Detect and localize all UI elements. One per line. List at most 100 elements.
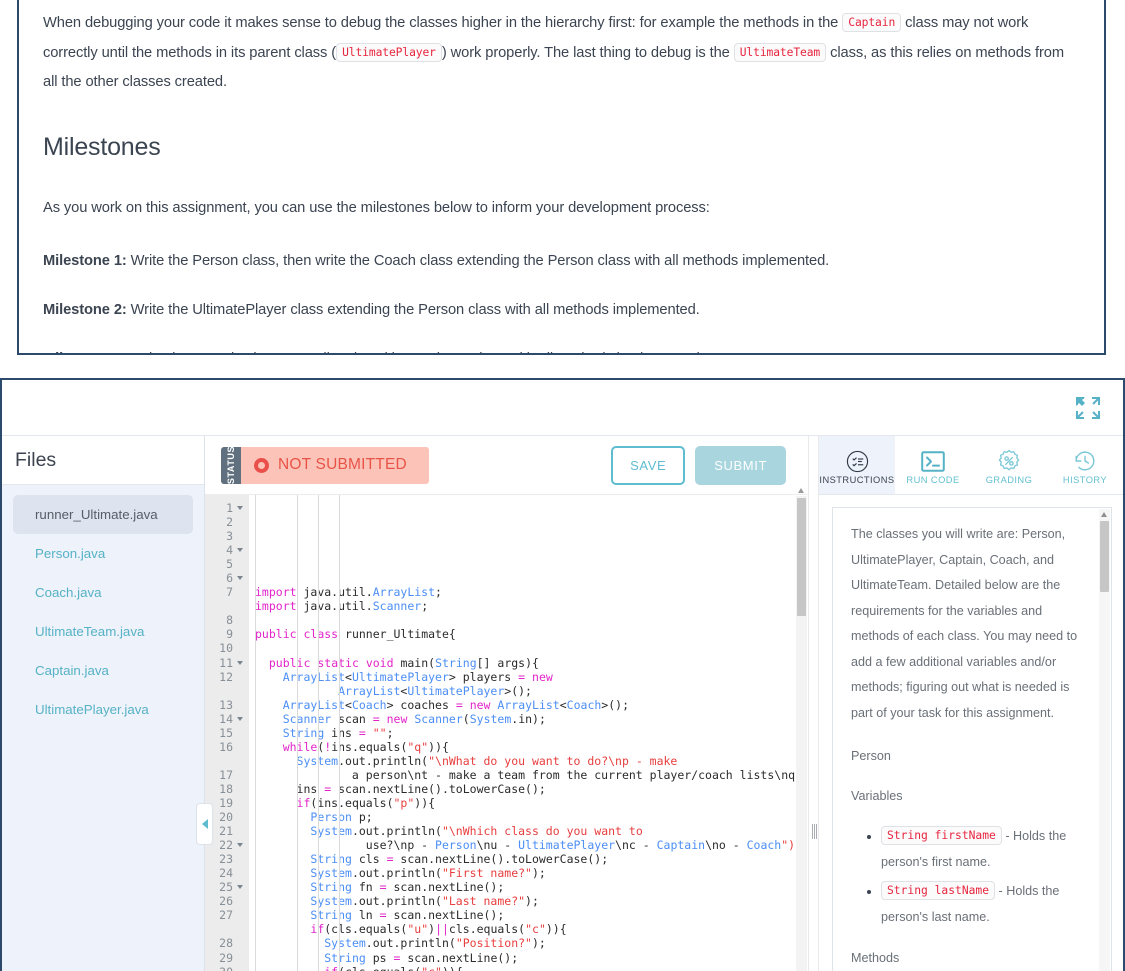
instructions-vertical-scrollbar[interactable]	[1099, 509, 1110, 971]
inline-code-ultimateteam: UltimateTeam	[733, 43, 827, 62]
status-text: NOT SUBMITTED	[278, 456, 407, 473]
milestone-2: Milestone 2: Write the UltimatePlayer cl…	[43, 296, 1066, 325]
line-number: 27	[219, 908, 233, 923]
code-editor-column: STATUS NOT SUBMITTED SAVE SUBMIT 1234567…	[205, 436, 808, 971]
file-item-ultimateplayer[interactable]: UltimatePlayer.java	[13, 690, 193, 729]
ide-panel: Files runner_Ultimate.java Person.java C…	[0, 378, 1125, 971]
code-line: System.out.println("\nWhich class do you…	[310, 824, 643, 839]
expand-fullscreen-icon[interactable]	[1075, 396, 1101, 420]
percent-badge-icon	[997, 449, 1021, 473]
line-number: 11	[205, 656, 243, 670]
files-list: runner_Ultimate.java Person.java Coach.j…	[2, 485, 204, 729]
code-line: if(ins.equals("p")){	[296, 795, 436, 810]
line-number: 7	[226, 585, 233, 600]
tab-grading[interactable]: GRADING	[971, 436, 1047, 494]
milestones-intro: As you work on this assignment, you can …	[43, 200, 710, 216]
instructions-scrollbar-thumb[interactable]	[1100, 521, 1109, 592]
file-item-ultimateteam[interactable]: UltimateTeam.java	[13, 612, 193, 651]
code-line: String ln = scan.nextLine();	[310, 908, 505, 923]
circle-outline-icon	[254, 457, 269, 473]
line-number: 2	[226, 515, 233, 530]
save-button[interactable]: SAVE	[611, 445, 686, 485]
code-string-firstname: String firstName	[881, 826, 1002, 845]
tab-history[interactable]: HISTORY	[1047, 436, 1123, 494]
milestone-3-label: Milestone 3:	[43, 351, 127, 353]
editor-vertical-scrollbar[interactable]	[796, 488, 807, 971]
code-area[interactable]: 1 2 3 4 5 6 7 8 9 10 11 12 13 14 15 16 17 18 19 20 21 22 23 24 2…	[205, 495, 808, 971]
instructions-variables-list: String firstName - Holds the person's fi…	[851, 823, 1089, 930]
clock-rewind-icon	[1073, 449, 1097, 473]
assignment-document-panel: When debugging your code it makes sense …	[17, 0, 1106, 355]
panel-resize-splitter[interactable]	[808, 436, 819, 971]
instructions-scroll-up-arrow-icon[interactable]	[1101, 512, 1107, 517]
instructions-content: The classes you will write are: Person, …	[833, 508, 1111, 971]
status-tag-label: STATUS	[226, 446, 237, 484]
instructions-class-heading: Person	[851, 749, 891, 763]
code-line: if(cls.equals("c")){	[255, 965, 808, 971]
line-number: 9	[226, 627, 233, 642]
checklist-icon	[846, 449, 869, 473]
file-item-runner-ultimate[interactable]: runner_Ultimate.java	[13, 495, 193, 534]
file-item-coach[interactable]: Coach.java	[13, 573, 193, 612]
instructions-scroll-container[interactable]: The classes you will write are: Person, …	[832, 507, 1112, 971]
debug-hierarchy-paragraph: When debugging your code it makes sense …	[43, 8, 1066, 97]
ide-body: Files runner_Ultimate.java Person.java C…	[2, 436, 1123, 971]
code-line: while(!ins.equals("q")){	[282, 739, 449, 754]
inline-code-captain: Captain	[842, 13, 902, 32]
status-badge: STATUS NOT SUBMITTED	[221, 446, 429, 484]
files-sidebar: Files runner_Ultimate.java Person.java C…	[2, 436, 213, 971]
line-number: 15	[219, 725, 233, 740]
code-line: use?\np - Person\nu - UltimatePlayer\nc …	[255, 838, 803, 853]
line-number: 24	[219, 866, 233, 881]
file-item-captain[interactable]: Captain.java	[13, 651, 193, 690]
tab-grading-label: GRADING	[985, 475, 1033, 485]
line-number: 26	[219, 894, 233, 909]
line-number: 29	[219, 950, 233, 965]
code-fold-gutter[interactable]	[237, 495, 249, 971]
sidebar-collapse-handle[interactable]	[196, 803, 213, 845]
editor-header: STATUS NOT SUBMITTED SAVE SUBMIT	[205, 436, 808, 495]
editor-scrollbar-thumb[interactable]	[797, 498, 806, 616]
line-number: 1	[205, 501, 243, 515]
line-number	[205, 754, 235, 768]
instructions-methods-heading: Methods	[851, 951, 900, 965]
code-line: import java.util.ArrayList;	[255, 585, 442, 600]
line-number: 23	[219, 852, 233, 867]
code-line: public static void main(String[] args){	[268, 655, 539, 670]
line-number: 3	[226, 529, 233, 544]
code-line: String fn = scan.nextLine();	[310, 880, 505, 895]
submit-button[interactable]: SUBMIT	[695, 445, 786, 485]
code-line: ins = scan.nextLine().toLowerCase();	[255, 781, 546, 796]
line-number: 28	[219, 936, 233, 951]
code-line: a person\nt - make a team from the curre…	[255, 767, 808, 782]
code-line: Scanner scan = new Scanner(System.in);	[282, 711, 546, 726]
line-number-gutter: 1 2 3 4 5 6 7 8 9 10 11 12 13 14 15 16 17 18 19 20 21 22 23 24 2…	[205, 495, 243, 971]
status-body: NOT SUBMITTED	[241, 446, 429, 484]
chevron-left-icon	[201, 819, 208, 829]
code-line: String ins = "";	[282, 725, 394, 740]
code-line: import java.util.Scanner;	[255, 599, 429, 614]
scroll-up-arrow-icon[interactable]	[798, 488, 804, 493]
milestone-2-text: Write the UltimatePlayer class extending…	[126, 302, 700, 318]
code-text[interactable]: import java.util.ArrayList; import java.u…	[249, 495, 808, 971]
milestone-3-text: Write the Captain class extending the Ul…	[127, 351, 704, 353]
line-number: 14	[205, 712, 243, 726]
code-line: System.out.println("Position?");	[324, 936, 546, 951]
code-line: System.out.println("\nWhat do you want t…	[297, 753, 678, 768]
line-number: 4	[205, 543, 243, 557]
line-number: 6	[205, 571, 243, 585]
milestone-1-text: Write the Person class, then write the C…	[126, 253, 830, 269]
line-number: 25	[205, 880, 243, 894]
line-number: 17	[219, 767, 233, 782]
files-title: Files	[15, 448, 57, 471]
tab-instructions[interactable]: INSTRUCTIONS	[819, 436, 895, 494]
paragraph-seg-3: ) work properly. The last thing to debug…	[441, 45, 734, 61]
code-line: String cls = scan.nextLine().toLowerCase…	[310, 852, 609, 867]
line-number: 16	[219, 739, 233, 754]
tab-run-code[interactable]: RUN CODE	[895, 436, 971, 494]
line-number: 12	[219, 669, 233, 684]
tab-run-code-label: RUN CODE	[906, 475, 960, 485]
line-number: 18	[219, 781, 233, 796]
file-item-person[interactable]: Person.java	[13, 534, 193, 573]
